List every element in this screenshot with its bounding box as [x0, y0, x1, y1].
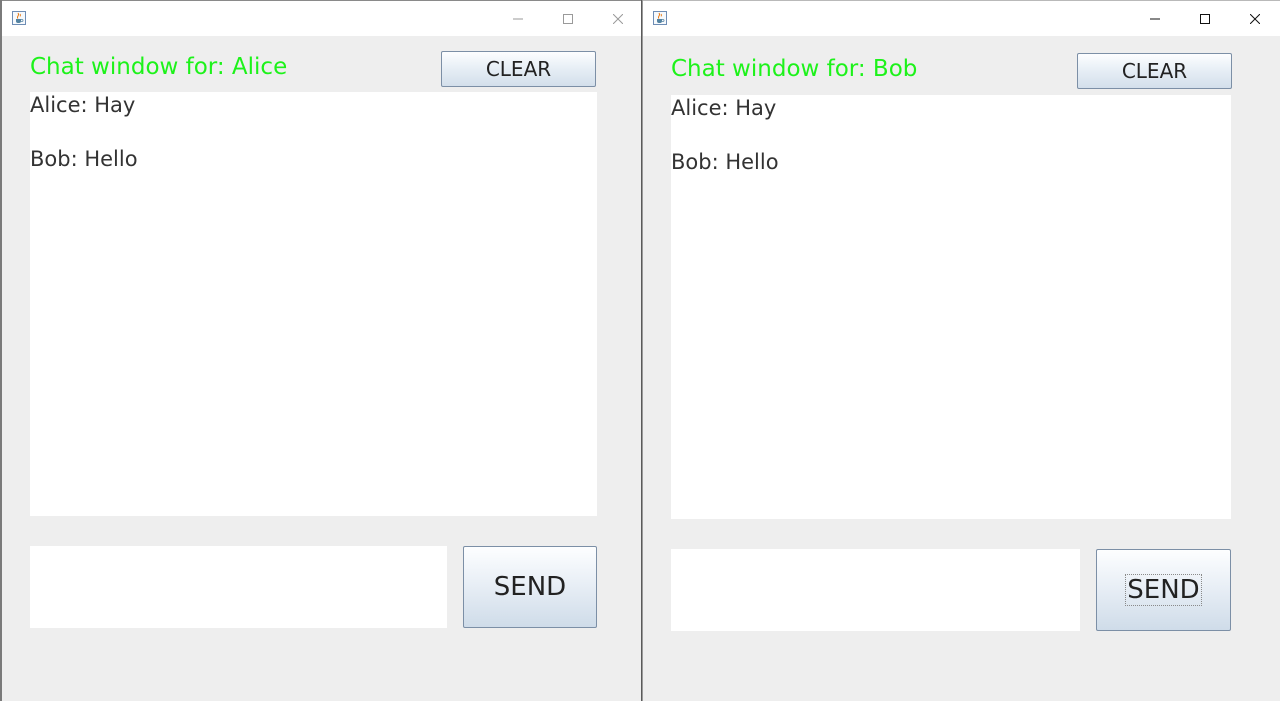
chat-message: Bob: Hello [671, 150, 779, 174]
clear-button[interactable]: CLEAR [1077, 53, 1232, 89]
chat-window-alice: Chat window for: Alice CLEAR Alice: Hay … [0, 0, 642, 701]
close-button[interactable] [604, 7, 632, 31]
title-bar[interactable] [643, 0, 1280, 36]
chat-history-area[interactable]: Alice: Hay Bob: Hello [671, 95, 1231, 519]
maximize-button[interactable] [554, 7, 582, 31]
send-button[interactable]: SEND [463, 546, 597, 628]
send-button-label: SEND [1125, 574, 1202, 606]
minimize-button[interactable] [1141, 7, 1169, 31]
chat-window-bob: Chat window for: Bob CLEAR Alice: Hay Bo… [642, 0, 1280, 701]
chat-message: Alice: Hay [30, 93, 136, 117]
java-coffee-cup-icon[interactable] [653, 11, 667, 25]
close-icon [1250, 14, 1260, 24]
close-button[interactable] [1241, 7, 1269, 31]
minimize-icon [513, 18, 523, 20]
chat-message: Bob: Hello [30, 147, 138, 171]
minimize-icon [1150, 18, 1160, 20]
chat-history-area[interactable]: Alice: Hay Bob: Hello [30, 92, 597, 516]
message-input[interactable] [30, 546, 447, 628]
maximize-button[interactable] [1191, 7, 1219, 31]
minimize-button[interactable] [504, 7, 532, 31]
close-icon [613, 14, 623, 24]
chat-window-title: Chat window for: Bob [671, 56, 918, 82]
title-bar[interactable] [2, 0, 641, 36]
chat-message: Alice: Hay [671, 96, 777, 120]
java-coffee-cup-icon[interactable] [12, 11, 26, 25]
maximize-icon [1200, 14, 1210, 24]
send-button-label: SEND [493, 572, 567, 602]
clear-button[interactable]: CLEAR [441, 51, 596, 87]
send-button[interactable]: SEND [1096, 549, 1231, 631]
chat-window-title: Chat window for: Alice [30, 54, 288, 80]
message-input[interactable] [671, 549, 1080, 631]
maximize-icon [563, 14, 573, 24]
